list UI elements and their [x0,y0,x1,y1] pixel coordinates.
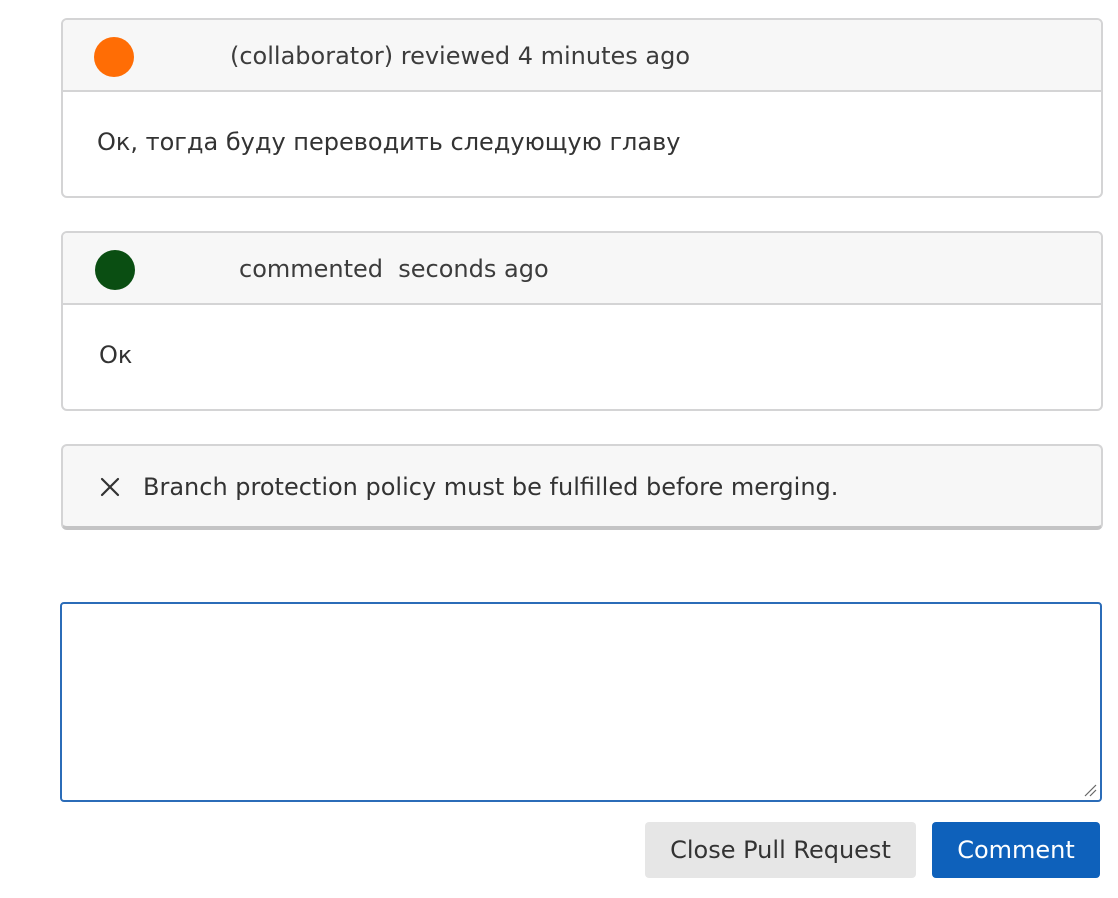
review-header-text: (collaborator) reviewed 4 minutes ago [230,42,691,70]
review-header: (collaborator) reviewed 4 minutes ago [63,20,1101,92]
reviewer-avatar[interactable] [94,37,134,77]
review-body-text: Ок, тогда буду переводить следующую глав… [97,128,681,156]
comment-header: commented seconds ago [63,233,1101,305]
close-pull-request-button[interactable]: Close Pull Request [645,822,916,878]
merge-policy-status: Branch protection policy must be fulfill… [61,444,1103,530]
resize-grip-icon[interactable] [1083,783,1097,797]
review-body: Ок, тогда буду переводить следующую глав… [63,92,1101,194]
merge-policy-message: Branch protection policy must be fulfill… [143,473,839,501]
comment-card: commented seconds ago Ок [61,231,1103,411]
commenter-avatar[interactable] [95,250,135,290]
comment-body: Ок [63,305,1101,407]
comment-header-text: commented seconds ago [239,255,549,283]
comment-body-text: Ок [99,341,133,369]
close-icon [100,477,120,497]
comment-textarea[interactable] [60,602,1102,802]
review-card: (collaborator) reviewed 4 minutes ago Ок… [61,18,1103,198]
comment-button[interactable]: Comment [932,822,1100,878]
